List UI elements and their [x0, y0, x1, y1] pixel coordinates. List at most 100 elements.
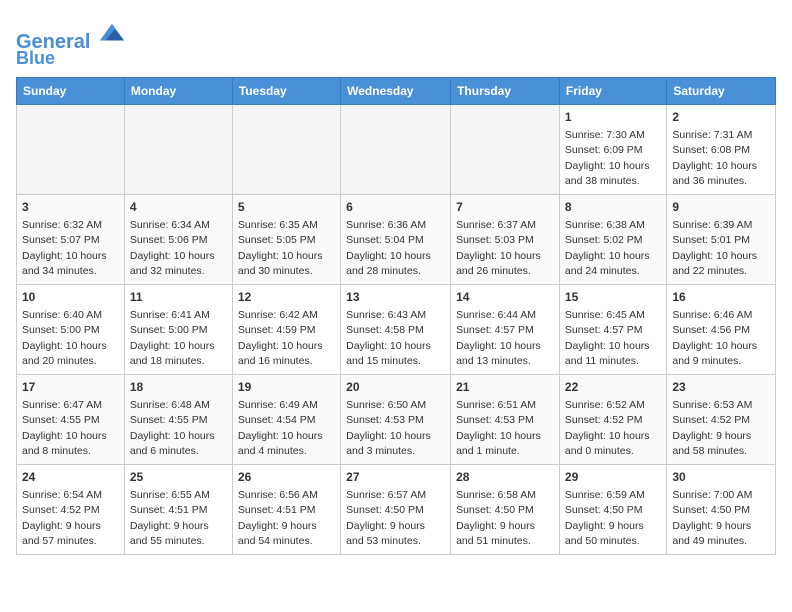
calendar-cell: 2Sunrise: 7:31 AMSunset: 6:08 PMDaylight… [667, 104, 776, 194]
cell-content: Daylight: 10 hours [565, 249, 661, 264]
cell-content: and 50 minutes. [565, 534, 661, 549]
cell-content: Sunset: 5:05 PM [238, 233, 335, 248]
cell-content: Daylight: 10 hours [22, 339, 119, 354]
cell-content: Daylight: 10 hours [456, 249, 554, 264]
calendar-cell: 4Sunrise: 6:34 AMSunset: 5:06 PMDaylight… [124, 194, 232, 284]
day-number: 10 [22, 289, 119, 306]
cell-content: and 53 minutes. [346, 534, 445, 549]
cell-content: Daylight: 10 hours [22, 429, 119, 444]
calendar-cell: 11Sunrise: 6:41 AMSunset: 5:00 PMDayligh… [124, 284, 232, 374]
calendar-cell [232, 104, 340, 194]
cell-content: Sunrise: 6:40 AM [22, 308, 119, 323]
day-number: 13 [346, 289, 445, 306]
calendar-cell: 24Sunrise: 6:54 AMSunset: 4:52 PMDayligh… [17, 464, 125, 554]
calendar-cell: 1Sunrise: 7:30 AMSunset: 6:09 PMDaylight… [559, 104, 666, 194]
cell-content: and 58 minutes. [672, 444, 770, 459]
cell-content: Sunrise: 6:58 AM [456, 488, 554, 503]
cell-content: Sunrise: 6:43 AM [346, 308, 445, 323]
calendar-cell: 19Sunrise: 6:49 AMSunset: 4:54 PMDayligh… [232, 374, 340, 464]
cell-content: and 13 minutes. [456, 354, 554, 369]
day-number: 20 [346, 379, 445, 396]
cell-content: Sunset: 4:56 PM [672, 323, 770, 338]
cell-content: Daylight: 9 hours [565, 519, 661, 534]
cell-content: and 51 minutes. [456, 534, 554, 549]
cell-content: Sunset: 4:50 PM [346, 503, 445, 518]
calendar-cell: 15Sunrise: 6:45 AMSunset: 4:57 PMDayligh… [559, 284, 666, 374]
calendar-cell: 18Sunrise: 6:48 AMSunset: 4:55 PMDayligh… [124, 374, 232, 464]
weekday-header: Sunday [17, 77, 125, 104]
day-number: 7 [456, 199, 554, 216]
calendar-week-row: 1Sunrise: 7:30 AMSunset: 6:09 PMDaylight… [17, 104, 776, 194]
cell-content: Sunrise: 6:38 AM [565, 218, 661, 233]
cell-content: Sunrise: 6:37 AM [456, 218, 554, 233]
cell-content: Sunrise: 6:51 AM [456, 398, 554, 413]
calendar-cell: 22Sunrise: 6:52 AMSunset: 4:52 PMDayligh… [559, 374, 666, 464]
calendar-cell: 25Sunrise: 6:55 AMSunset: 4:51 PMDayligh… [124, 464, 232, 554]
cell-content: Sunset: 5:07 PM [22, 233, 119, 248]
cell-content: Sunrise: 7:30 AM [565, 128, 661, 143]
cell-content: Sunset: 4:52 PM [672, 413, 770, 428]
day-number: 15 [565, 289, 661, 306]
day-number: 12 [238, 289, 335, 306]
cell-content: and 6 minutes. [130, 444, 227, 459]
cell-content: Sunset: 6:09 PM [565, 143, 661, 158]
weekday-header: Saturday [667, 77, 776, 104]
cell-content: Sunrise: 6:56 AM [238, 488, 335, 503]
cell-content: and 38 minutes. [565, 174, 661, 189]
calendar-week-row: 10Sunrise: 6:40 AMSunset: 5:00 PMDayligh… [17, 284, 776, 374]
cell-content: and 1 minute. [456, 444, 554, 459]
cell-content: and 36 minutes. [672, 174, 770, 189]
cell-content: Sunset: 4:57 PM [565, 323, 661, 338]
calendar-cell: 10Sunrise: 6:40 AMSunset: 5:00 PMDayligh… [17, 284, 125, 374]
cell-content: Sunrise: 6:46 AM [672, 308, 770, 323]
day-number: 21 [456, 379, 554, 396]
day-number: 17 [22, 379, 119, 396]
cell-content: Sunrise: 6:49 AM [238, 398, 335, 413]
cell-content: and 22 minutes. [672, 264, 770, 279]
day-number: 24 [22, 469, 119, 486]
cell-content: Daylight: 10 hours [346, 429, 445, 444]
cell-content: Daylight: 9 hours [130, 519, 227, 534]
cell-content: Sunset: 4:51 PM [238, 503, 335, 518]
cell-content: Sunset: 5:04 PM [346, 233, 445, 248]
cell-content: and 30 minutes. [238, 264, 335, 279]
calendar-cell [341, 104, 451, 194]
cell-content: and 3 minutes. [346, 444, 445, 459]
cell-content: Sunrise: 6:34 AM [130, 218, 227, 233]
cell-content: Daylight: 10 hours [130, 339, 227, 354]
day-number: 19 [238, 379, 335, 396]
cell-content: Sunset: 4:57 PM [456, 323, 554, 338]
cell-content: Daylight: 10 hours [130, 429, 227, 444]
calendar-cell: 8Sunrise: 6:38 AMSunset: 5:02 PMDaylight… [559, 194, 666, 284]
cell-content: Daylight: 10 hours [238, 249, 335, 264]
cell-content: Sunset: 4:52 PM [22, 503, 119, 518]
cell-content: Sunset: 5:00 PM [130, 323, 227, 338]
day-number: 29 [565, 469, 661, 486]
calendar-header: SundayMondayTuesdayWednesdayThursdayFrid… [17, 77, 776, 104]
cell-content: Daylight: 10 hours [346, 249, 445, 264]
cell-content: Daylight: 9 hours [22, 519, 119, 534]
cell-content: and 0 minutes. [565, 444, 661, 459]
weekday-header: Tuesday [232, 77, 340, 104]
cell-content: Sunrise: 6:55 AM [130, 488, 227, 503]
cell-content: Sunset: 4:50 PM [565, 503, 661, 518]
day-number: 28 [456, 469, 554, 486]
cell-content: Sunrise: 6:36 AM [346, 218, 445, 233]
cell-content: Daylight: 10 hours [456, 429, 554, 444]
cell-content: Daylight: 10 hours [238, 339, 335, 354]
cell-content: Sunset: 4:55 PM [22, 413, 119, 428]
day-number: 8 [565, 199, 661, 216]
cell-content: Daylight: 9 hours [672, 429, 770, 444]
cell-content: Sunrise: 6:32 AM [22, 218, 119, 233]
cell-content: Sunrise: 6:59 AM [565, 488, 661, 503]
calendar-cell: 26Sunrise: 6:56 AMSunset: 4:51 PMDayligh… [232, 464, 340, 554]
cell-content: and 18 minutes. [130, 354, 227, 369]
day-number: 16 [672, 289, 770, 306]
cell-content: Sunrise: 6:57 AM [346, 488, 445, 503]
calendar-week-row: 3Sunrise: 6:32 AMSunset: 5:07 PMDaylight… [17, 194, 776, 284]
calendar-cell: 28Sunrise: 6:58 AMSunset: 4:50 PMDayligh… [451, 464, 560, 554]
calendar-cell: 13Sunrise: 6:43 AMSunset: 4:58 PMDayligh… [341, 284, 451, 374]
calendar-cell [17, 104, 125, 194]
day-number: 22 [565, 379, 661, 396]
calendar-cell [124, 104, 232, 194]
